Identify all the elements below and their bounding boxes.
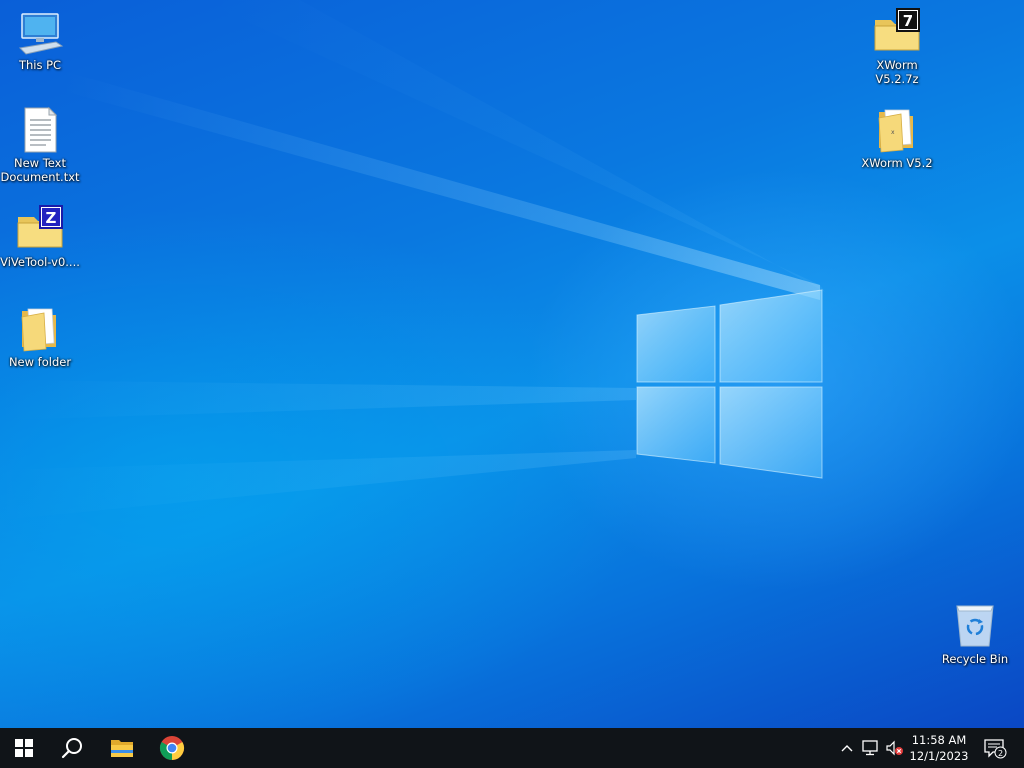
folder-icon xyxy=(16,305,64,353)
desktop-icon-xworm-7z[interactable]: 7 XWorm V5.2.7z xyxy=(857,8,937,86)
desktop-icon-label: XWorm V5.2.7z xyxy=(875,58,919,86)
desktop-icon-vivetool-archive[interactable]: Z ViVeTool-v0.... xyxy=(0,205,80,269)
desktop-icon-new-text-document[interactable]: New Text Document.txt xyxy=(0,106,80,184)
file-explorer-button[interactable] xyxy=(98,728,146,768)
svg-text:x: x xyxy=(891,129,895,136)
svg-text:Z: Z xyxy=(46,209,57,227)
search-button[interactable] xyxy=(48,728,96,768)
desktop-icon-this-pc[interactable]: This PC xyxy=(0,8,80,72)
search-icon xyxy=(61,738,82,759)
desktop-icon-label: Recycle Bin xyxy=(941,652,1009,666)
notification-icon: 2 xyxy=(984,739,1007,759)
desktop-icon-label: XWorm V5.2 xyxy=(861,156,933,170)
zip-archive-icon: Z xyxy=(16,205,64,253)
folder-icon: x xyxy=(873,106,921,154)
clock-date: 12/1/2023 xyxy=(909,749,969,763)
volume-muted-icon xyxy=(886,740,903,756)
recycle-bin-icon xyxy=(951,602,999,650)
show-hidden-icons-button[interactable] xyxy=(838,728,856,768)
chrome-button[interactable] xyxy=(148,728,196,768)
clock-time: 11:58 AM xyxy=(911,733,967,747)
desktop-icon-label: New Text Document.txt xyxy=(0,156,80,184)
windows-logo-wallpaper xyxy=(636,289,823,479)
7z-archive-icon: 7 xyxy=(873,8,921,56)
desktop-icon-xworm-folder[interactable]: x XWorm V5.2 xyxy=(857,106,937,170)
desktop-icon-recycle-bin[interactable]: Recycle Bin xyxy=(935,602,1015,666)
svg-text:7: 7 xyxy=(903,12,913,30)
taskbar[interactable]: 11:58 AM 12/1/2023 2 xyxy=(0,728,1024,768)
chevron-up-icon xyxy=(841,745,853,752)
clock[interactable]: 11:58 AM 12/1/2023 xyxy=(906,730,972,768)
network-icon xyxy=(862,740,878,756)
computer-icon xyxy=(16,8,64,56)
desktop-icon-label: This PC xyxy=(18,58,62,72)
text-file-icon xyxy=(16,106,64,154)
windows-start-icon xyxy=(15,739,33,757)
network-button[interactable] xyxy=(860,728,882,768)
chrome-icon xyxy=(159,736,185,760)
desktop[interactable]: This PC New Text Document.txt Z ViVeTool… xyxy=(0,0,1024,728)
volume-button[interactable] xyxy=(884,728,906,768)
desktop-icon-label: New folder xyxy=(8,355,72,369)
desktop-icon-label: ViVeTool-v0.... xyxy=(0,255,80,269)
notification-count-badge: 2 xyxy=(998,749,1003,758)
file-explorer-icon xyxy=(111,740,133,757)
start-button[interactable] xyxy=(0,728,48,768)
action-center-button[interactable]: 2 xyxy=(980,728,1010,768)
desktop-icon-new-folder[interactable]: New folder xyxy=(0,305,80,369)
